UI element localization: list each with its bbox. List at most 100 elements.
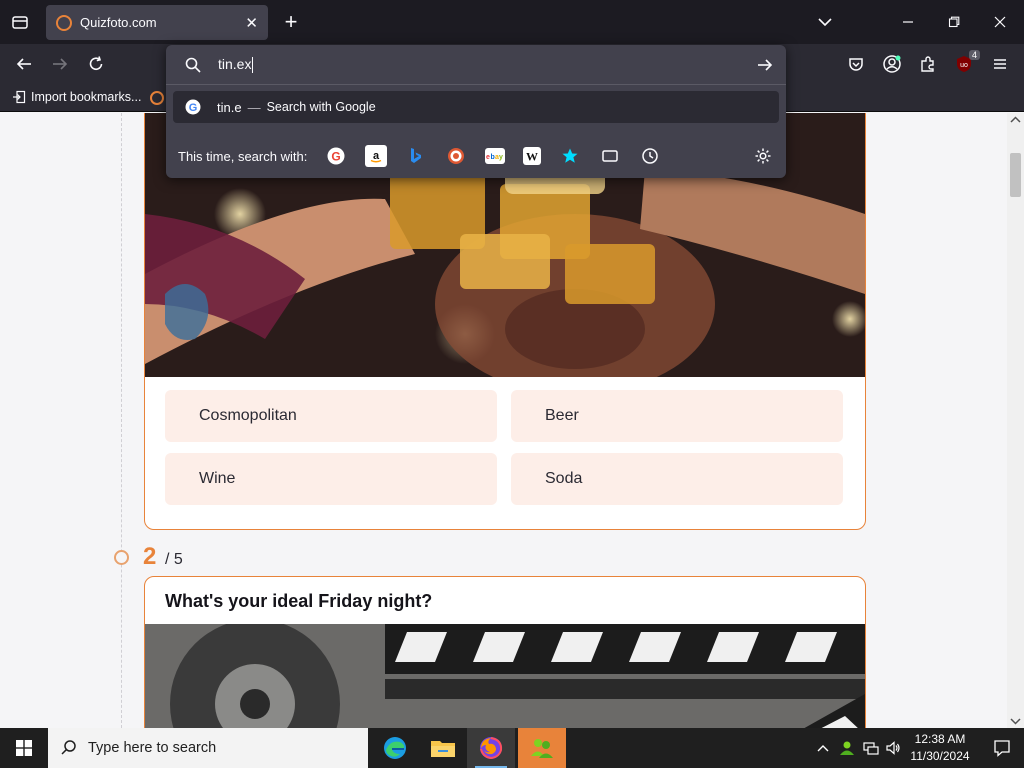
chevron-down-icon — [818, 18, 832, 27]
urlbar-input[interactable]: tin.ex — [218, 55, 756, 74]
urlbar-input-row[interactable]: tin.ex — [166, 45, 786, 85]
answer-option[interactable]: Cosmopolitan — [165, 390, 497, 442]
volume-button[interactable] — [882, 728, 904, 768]
ublock-button[interactable]: uo 4 — [950, 50, 980, 78]
taskbar-search-placeholder: Type here to search — [88, 740, 217, 756]
show-hidden-icons-button[interactable] — [812, 728, 834, 768]
chevron-up-icon — [817, 745, 829, 752]
tab-close-icon[interactable]: ✕ — [245, 14, 258, 32]
suggestion-action: Search with Google — [266, 100, 376, 114]
person-icon — [840, 741, 854, 755]
question-total: / 5 — [165, 551, 183, 568]
urlbar-dropdown: tin.ex G tin.e — Search with Google This… — [166, 45, 786, 178]
windows-taskbar: Type here to search 12:38 AM 11/30/2024 — [0, 728, 1024, 768]
taskbar-file-explorer[interactable] — [419, 728, 467, 768]
restore-icon — [948, 16, 960, 28]
pocket-icon — [849, 58, 863, 71]
arrow-left-icon — [16, 58, 31, 70]
folder-icon — [431, 741, 455, 757]
urlbar-input-text: tin.ex — [218, 55, 252, 72]
app-menu-button[interactable] — [986, 50, 1014, 78]
taskbar-search-box[interactable]: Type here to search — [48, 728, 368, 768]
restore-button[interactable] — [931, 8, 977, 36]
speaker-icon — [886, 741, 900, 755]
question-card-2: What's your ideal Friday night? — [144, 576, 866, 728]
search-suggestion-google[interactable]: G tin.e — Search with Google — [173, 91, 779, 123]
minimize-icon — [903, 21, 913, 23]
back-button[interactable] — [10, 50, 38, 78]
start-button[interactable] — [0, 728, 48, 768]
google-engine-button[interactable]: G — [325, 145, 347, 167]
taskbar-firefox[interactable] — [467, 728, 515, 768]
forward-button[interactable] — [46, 50, 74, 78]
google-icon: G — [327, 147, 345, 165]
svg-text:G: G — [332, 150, 341, 164]
network-button[interactable] — [860, 728, 882, 768]
import-bookmarks-button[interactable]: Import bookmarks... — [12, 90, 141, 104]
reload-button[interactable] — [82, 50, 110, 78]
page-scrollbar[interactable] — [1007, 113, 1024, 728]
web-page: Cosmopolitan Beer Wine Soda 2 / 5 What's… — [0, 113, 1024, 728]
answer-option[interactable]: Wine — [165, 453, 497, 505]
minimize-button[interactable] — [885, 8, 931, 36]
go-arrow-icon[interactable] — [756, 56, 774, 74]
pocket-button[interactable] — [842, 50, 870, 78]
firefox-icon — [480, 737, 503, 760]
tray-app-icon[interactable] — [836, 728, 858, 768]
search-settings-button[interactable] — [752, 145, 774, 167]
new-tab-button[interactable]: + — [278, 8, 304, 36]
timeline-marker — [114, 550, 129, 565]
puzzle-icon — [921, 56, 934, 72]
edge-icon — [384, 737, 406, 759]
close-icon — [994, 16, 1006, 28]
scroll-up-arrow-icon[interactable] — [1010, 115, 1021, 125]
wikipedia-engine-button[interactable]: W — [523, 147, 542, 165]
close-window-button[interactable] — [977, 8, 1023, 36]
windows-logo-icon — [16, 740, 32, 756]
amazon-engine-button[interactable]: a — [365, 145, 388, 167]
import-bookmarks-label: Import bookmarks... — [31, 90, 142, 104]
duckduckgo-engine-button[interactable] — [445, 145, 467, 167]
timeline-line — [121, 113, 122, 728]
bookmark-favicon-icon[interactable] — [150, 91, 164, 105]
network-icon — [863, 742, 879, 755]
extensions-button[interactable] — [914, 50, 942, 78]
answer-option[interactable]: Soda — [511, 453, 843, 505]
tab-list-icon — [12, 16, 28, 29]
google-icon: G — [185, 99, 201, 115]
bookmarks-search-button[interactable] — [559, 145, 581, 167]
tab-bar: Quizfoto.com ✕ + — [0, 0, 1024, 44]
ebay-icon: ebay — [486, 154, 503, 161]
list-all-tabs-button[interactable] — [815, 12, 835, 32]
ebay-engine-button[interactable]: ebay — [485, 148, 506, 164]
scrollbar-thumb[interactable] — [1010, 153, 1021, 197]
question-number: 2 — [143, 543, 157, 570]
duckduckgo-icon — [448, 148, 465, 164]
taskbar-clock[interactable]: 12:38 AM 11/30/2024 — [905, 731, 975, 765]
amazon-icon: a — [371, 150, 382, 163]
bing-engine-button[interactable] — [405, 145, 427, 167]
tab-icon — [602, 150, 619, 162]
arrow-right-icon — [53, 58, 68, 70]
one-off-search-bar: This time, search with: G a ebay W — [166, 137, 786, 175]
clock-date: 11/30/2024 — [910, 749, 970, 763]
tab-title: Quizfoto.com — [80, 15, 157, 30]
question-title: What's your ideal Friday night? — [165, 591, 433, 611]
taskbar-edge[interactable] — [371, 728, 419, 768]
tab-quizfoto[interactable]: Quizfoto.com ✕ — [46, 5, 268, 40]
svg-text:W: W — [526, 150, 538, 164]
tab-list-button[interactable] — [8, 10, 32, 34]
scroll-down-arrow-icon[interactable] — [1010, 716, 1021, 726]
gear-icon — [755, 148, 771, 164]
ublock-badge: 4 — [968, 50, 980, 60]
search-icon — [61, 740, 76, 755]
search-icon — [185, 57, 201, 73]
star-icon — [562, 148, 578, 163]
account-button[interactable] — [878, 50, 906, 78]
answer-option[interactable]: Beer — [511, 390, 843, 442]
wikipedia-icon: W — [526, 150, 538, 164]
taskbar-green-app[interactable] — [518, 728, 566, 768]
notifications-button[interactable] — [980, 728, 1024, 768]
history-search-button[interactable] — [639, 145, 661, 167]
tabs-search-button[interactable] — [599, 145, 621, 167]
